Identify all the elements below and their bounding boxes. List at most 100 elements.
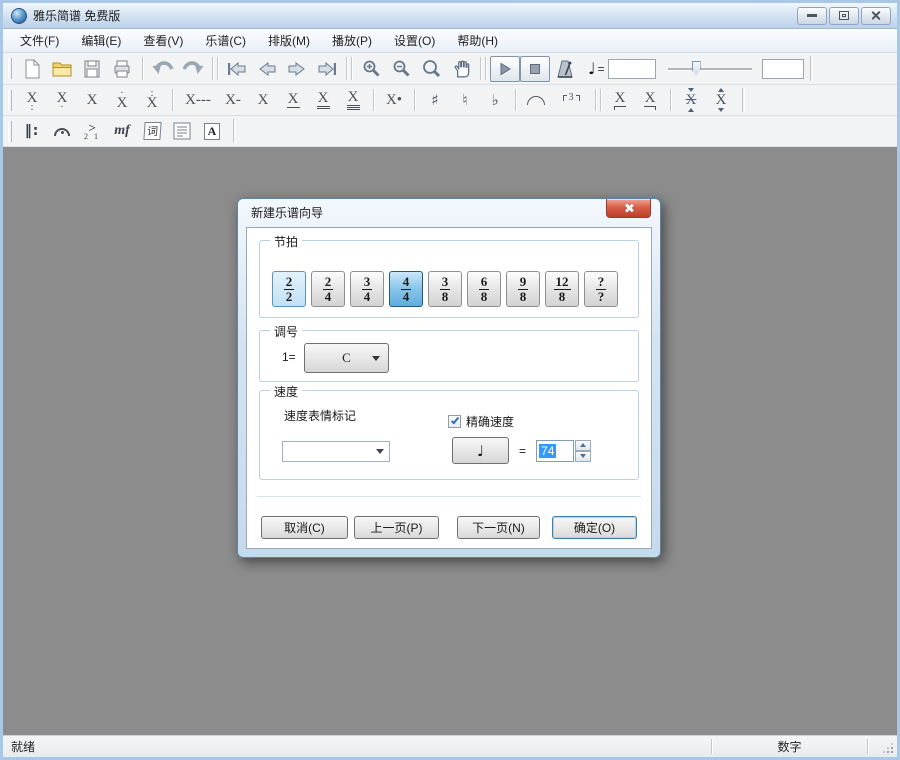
next-page-button[interactable] xyxy=(282,55,312,82)
zoom-in-button[interactable] xyxy=(356,55,386,82)
stop-icon xyxy=(528,62,542,76)
fermata-button[interactable] xyxy=(47,117,77,145)
dialog-close-button[interactable] xyxy=(606,199,651,218)
half-note-button[interactable]: X- xyxy=(218,86,248,114)
text-block-button[interactable] xyxy=(167,117,197,145)
menu-score[interactable]: 乐谱(C) xyxy=(194,29,257,52)
stop-button[interactable] xyxy=(520,56,550,82)
meter-3-8-button[interactable]: 38 xyxy=(428,271,462,307)
dynamics-mf-button[interactable]: mf xyxy=(107,117,137,145)
prev-page-icon xyxy=(257,61,277,77)
accent-marks-button[interactable]: >2 1 xyxy=(77,117,107,145)
flat-button[interactable]: ♭ xyxy=(480,86,510,114)
meter-2-2-button[interactable]: 22 xyxy=(272,271,306,307)
wizard-ok-button[interactable]: 确定(O) xyxy=(552,516,637,539)
undo-button[interactable] xyxy=(148,55,178,82)
pitch-shift-all-button[interactable]: X xyxy=(706,86,736,114)
tempo-slider[interactable] xyxy=(666,59,754,79)
tempo-display-input[interactable] xyxy=(762,59,804,79)
save-button[interactable] xyxy=(77,55,107,82)
key-select[interactable]: C xyxy=(304,343,389,373)
toolbar-separator xyxy=(346,57,352,81)
bpm-up-button[interactable] xyxy=(575,440,591,451)
dotted-note-button[interactable]: X• xyxy=(379,86,409,114)
whole-note-button[interactable]: X--- xyxy=(178,86,218,114)
toolbar-grip[interactable] xyxy=(8,90,12,111)
natural-button[interactable]: ♮ xyxy=(450,86,480,114)
last-page-button[interactable] xyxy=(312,55,342,82)
pitch-bracket-down-button[interactable]: X xyxy=(605,86,635,114)
open-file-button[interactable] xyxy=(47,55,77,82)
toolbar-grip[interactable] xyxy=(8,121,12,142)
tempo-note-button[interactable]: ♩ xyxy=(452,437,509,464)
zoom-select-button[interactable] xyxy=(416,55,446,82)
arrow-up-icon xyxy=(688,108,694,112)
resize-grip[interactable] xyxy=(891,751,893,753)
meter-options-row: 22 24 34 44 38 68 98 128 ?? xyxy=(272,271,638,307)
quarter-note-button[interactable]: X xyxy=(248,86,278,114)
metronome-button[interactable] xyxy=(550,55,580,82)
new-file-button[interactable] xyxy=(17,55,47,82)
note-x: X xyxy=(288,92,299,106)
octave-up-1-button[interactable]: ·X xyxy=(107,86,137,114)
sixteenth-note-button[interactable]: X xyxy=(308,86,338,114)
meter-12-8-button[interactable]: 128 xyxy=(545,271,579,307)
chevron-down-icon xyxy=(376,449,384,454)
sharp-button[interactable]: ♯ xyxy=(420,86,450,114)
prev-page-button[interactable] xyxy=(252,55,282,82)
lyrics-button[interactable]: 词 xyxy=(137,117,167,145)
underline-1 xyxy=(287,107,300,108)
meter-6-8-button[interactable]: 68 xyxy=(467,271,501,307)
tempo-value-input[interactable] xyxy=(608,59,656,79)
repeat-barline-button[interactable]: ‖: xyxy=(17,117,47,145)
bpm-down-button[interactable] xyxy=(575,451,591,462)
print-button[interactable] xyxy=(107,55,137,82)
toolbar-grip[interactable] xyxy=(8,58,12,80)
menu-edit[interactable]: 编辑(E) xyxy=(70,29,132,52)
tempo-slider-thumb[interactable] xyxy=(692,61,701,76)
redo-button[interactable] xyxy=(178,55,208,82)
first-page-button[interactable] xyxy=(222,55,252,82)
pitch-shift-range-button[interactable]: X xyxy=(676,86,706,114)
minimize-button[interactable] xyxy=(797,7,827,25)
thirtysecond-note-button[interactable]: X xyxy=(338,86,368,114)
wizard-prev-button[interactable]: 上一页(P) xyxy=(354,516,439,539)
dialog-title-bar[interactable]: 新建乐谱向导 xyxy=(238,199,660,226)
meter-3-4-button[interactable]: 34 xyxy=(350,271,384,307)
wizard-cancel-button[interactable]: 取消(C) xyxy=(261,516,348,539)
meter-custom-button[interactable]: ?? xyxy=(584,271,618,307)
meter-group: 节拍 22 24 34 44 38 68 98 128 ?? xyxy=(259,240,639,318)
maximize-button[interactable] xyxy=(829,7,859,25)
pitch-bracket-up-button[interactable]: X xyxy=(635,86,665,114)
wizard-next-button[interactable]: 下一页(N) xyxy=(457,516,540,539)
accent-numbers: 2 1 xyxy=(84,133,100,140)
precise-tempo-checkbox[interactable] xyxy=(448,415,461,428)
menu-play[interactable]: 播放(P) xyxy=(321,29,383,52)
meter-4-4-button[interactable]: 44 xyxy=(389,271,423,307)
toolbar-main: ♩ = xyxy=(3,53,897,85)
menu-view[interactable]: 查看(V) xyxy=(132,29,194,52)
close-button[interactable] xyxy=(861,7,891,25)
font-button[interactable]: A xyxy=(197,117,227,145)
hand-tool-button[interactable] xyxy=(446,55,476,82)
octave-down-2-button[interactable]: X: xyxy=(17,86,47,114)
octave-middle-button[interactable]: X xyxy=(77,86,107,114)
menu-file[interactable]: 文件(F) xyxy=(9,29,70,52)
zoom-out-button[interactable] xyxy=(386,55,416,82)
bpm-input[interactable]: 74 xyxy=(536,440,574,462)
menu-typeset[interactable]: 排版(M) xyxy=(257,29,321,52)
menu-help[interactable]: 帮助(H) xyxy=(446,29,509,52)
new-file-icon xyxy=(22,59,42,79)
octave-up-2-button[interactable]: :X xyxy=(137,86,167,114)
fermata-dot xyxy=(61,131,64,134)
title-bar[interactable]: 雅乐简谱 免费版 xyxy=(3,3,897,29)
triplet-button[interactable]: 3 xyxy=(551,86,591,114)
play-button[interactable] xyxy=(490,56,520,82)
tempo-expression-select[interactable] xyxy=(282,441,390,462)
meter-9-8-button[interactable]: 98 xyxy=(506,271,540,307)
menu-settings[interactable]: 设置(O) xyxy=(383,29,446,52)
octave-down-1-button[interactable]: X· xyxy=(47,86,77,114)
eighth-note-button[interactable]: X xyxy=(278,86,308,114)
tie-button[interactable] xyxy=(521,86,551,114)
meter-2-4-button[interactable]: 24 xyxy=(311,271,345,307)
